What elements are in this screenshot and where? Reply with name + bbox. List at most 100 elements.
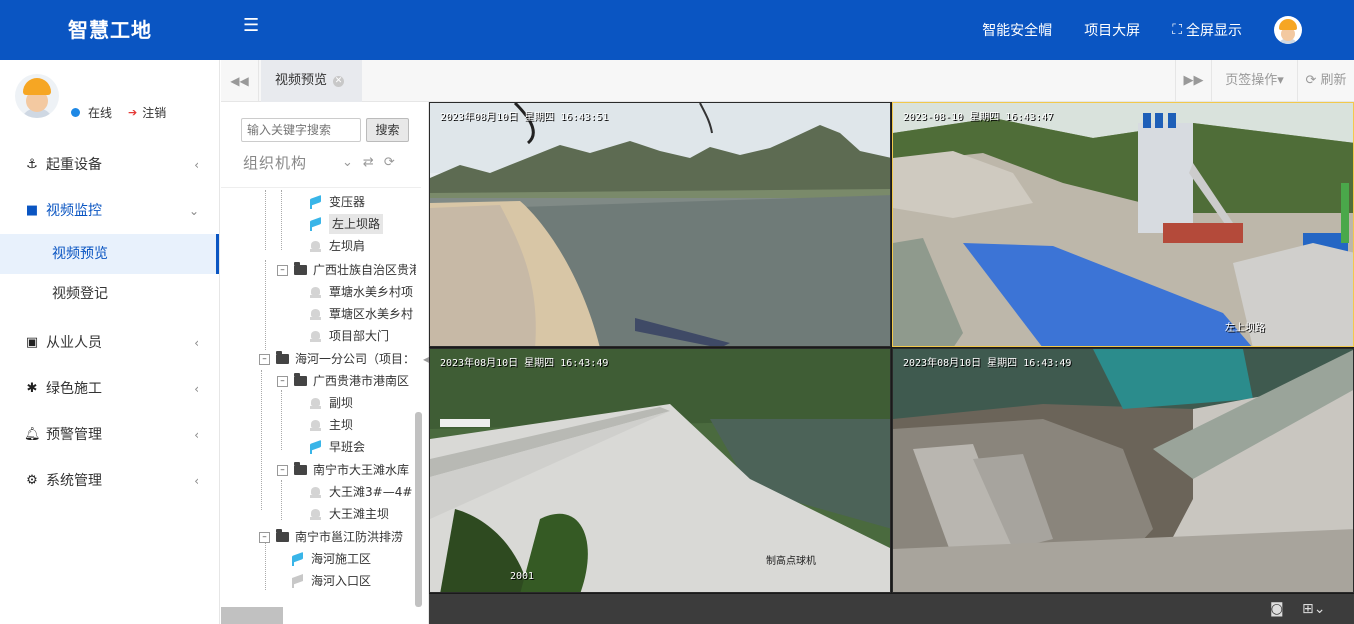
refresh-icon[interactable]: ⟳ [384,155,395,170]
nav-fullscreen[interactable]: ⛶ 全屏显示 [1172,20,1242,40]
close-icon[interactable]: ✕ [333,76,345,87]
grid-layout-icon[interactable]: ⊞⌄ [1302,601,1325,617]
camera-offline-icon [309,308,322,321]
org-tree-panel: 搜索 组织机构 ⌄ ⇄ ⟳ 变压器 左上坝路 左坝肩 – 广西壮族自治区贵港 覃塘… [221,102,429,624]
divider [221,187,421,188]
video-osd-timestamp: 2023年08月10日 星期四 16:43:49 [903,358,1072,369]
video-cell-4[interactable]: 2023年08月10日 星期四 16:43:49 [892,348,1354,593]
camera-offline-icon [309,240,322,253]
tree-node[interactable]: – 广西贵港市港南区 [277,371,409,391]
tab-scroll-left-icon[interactable]: ◀◀ [221,60,259,102]
tree-vertical-scrollbar[interactable] [415,412,422,607]
refresh-button[interactable]: ⟳ 刷新 [1297,60,1354,102]
tree-horizontal-scrollbar[interactable] [221,607,283,624]
tree-node[interactable]: – 南宁市大王滩水库 [277,460,409,480]
logout-icon[interactable]: ➔ [128,106,137,119]
folder-icon [294,262,307,275]
tree-node-label: 早班会 [329,440,366,454]
collapse-toggle-icon[interactable]: – [259,353,270,365]
collapse-toggle-icon[interactable]: – [259,531,270,543]
video-toolbar: ◙ ⊞⌄ [429,594,1354,624]
tab-video-preview[interactable]: 视频预览 ✕ [261,60,362,102]
tree-node[interactable]: 副坝 [309,393,353,413]
sidebar-subitem-video-register[interactable]: 视频登记 [0,274,219,314]
video-cell-2[interactable]: 2023-08-10 星期四 16:43:47 左上坝路 [892,102,1354,347]
sidebar-item-video[interactable]: ■ 视频监控 ⌄ [0,188,219,234]
collapse-toggle-icon[interactable]: – [277,464,288,476]
tree-node[interactable]: – 海河一分公司（项目： [259,349,415,369]
tree-node[interactable]: 海河施工区 [291,549,371,569]
tree-node[interactable]: 左坝肩 [309,236,365,256]
nav-smart-helmet[interactable]: 智能安全帽 [982,20,1052,40]
tab-ops-dropdown[interactable]: 页签操作▾ [1211,60,1297,102]
tree-node-label: 覃塘区水美乡村 [329,307,414,321]
tree-node[interactable]: – 南宁市邕江防洪排涝 [259,527,403,547]
camera-offline-icon [309,286,322,299]
video-frame-rockslope [893,349,1353,592]
sidebar-item-personnel[interactable]: ▣ 从业人员 ‹ [0,320,219,366]
tree-node-label: 海河施工区 [311,552,372,566]
sidebar-item-label: 预警管理 [46,427,102,443]
tree-node[interactable]: 海河入口区 [291,571,371,591]
chevron-left-icon: ‹ [194,428,199,442]
tree-node[interactable]: 主坝 [309,415,353,435]
sidebar-item-system[interactable]: ⚙ 系统管理 ‹ [0,458,219,504]
refresh-label: 刷新 [1320,73,1347,88]
nav-project-screen[interactable]: 项目大屏 [1084,20,1140,40]
sidebar-subitem-video-preview[interactable]: 视频预览 [0,234,219,274]
tree-node[interactable]: 大王滩主坝 [309,504,389,524]
snapshot-icon[interactable]: ◙ [1270,601,1284,617]
video-cell-3[interactable]: 2023年08月10日 星期四 16:43:49 制高点球机 2001 [429,348,891,593]
chevron-left-icon: ‹ [194,158,199,172]
camera-offline-icon [309,397,322,410]
collapse-toggle-icon[interactable]: – [277,375,288,387]
camera-online-icon [309,218,322,231]
tree-node[interactable]: 早班会 [309,437,365,457]
tab-scroll-right-icon[interactable]: ▶▶ [1175,60,1211,102]
id-card-icon: ▣ [25,335,39,350]
tree-node-label: 主坝 [329,418,354,432]
folder-icon [294,373,307,386]
folder-icon [276,351,289,364]
swap-icon[interactable]: ⇄ [363,155,374,170]
collapse-toggle-icon[interactable]: – [277,264,288,276]
search-button[interactable]: 搜索 [366,118,409,142]
tree-node[interactable]: 变压器 [309,192,365,212]
tree-node[interactable]: 大王滩3#—4# [309,482,412,502]
top-nav: 智能安全帽 项目大屏 ⛶ 全屏显示 [982,0,1354,60]
search-input[interactable] [241,118,361,142]
video-cell-1[interactable]: 2023年08月10日 星期四 16:43:51 [429,102,891,347]
camera-offline-icon [309,508,322,521]
tree-node-selected[interactable]: 左上坝路 [309,214,384,234]
tree-line [265,260,266,350]
menu-toggle-icon[interactable]: ☰ [243,16,263,36]
video-osd-label: 制高点球机 [766,556,816,567]
online-label: 在线 [88,106,113,120]
tree-line [265,540,266,590]
video-frame-lake [430,103,890,346]
sidebar-item-green[interactable]: ✱ 绿色施工 ‹ [0,366,219,412]
logout-link[interactable]: 注销 [142,104,166,121]
chevron-down-icon[interactable]: ⌄ [342,155,353,170]
sidebar: 在线 ➔ 注销 ⚓ 起重设备 ‹ ■ 视频监控 ⌄ 视频预览 视频登记 ▣ 从业… [0,60,220,624]
tree-node[interactable]: – 广西壮族自治区贵港 [277,260,416,280]
sidebar-item-warning[interactable]: 🔔︎ 预警管理 ‹ [0,412,219,458]
sidebar-item-label: 视频监控 [46,203,102,219]
sidebar-item-label: 系统管理 [46,473,102,489]
tree-node-label: 项目部大门 [329,329,390,343]
tree-node[interactable]: 覃塘区水美乡村 [309,304,413,324]
sidebar-item-label: 起重设备 [46,157,102,173]
chevron-left-icon: ‹ [194,336,199,350]
tree-node[interactable]: 覃塘水美乡村项 [309,282,413,302]
tree-node-label: 大王滩3#—4# [329,485,413,499]
sidebar-item-lifting[interactable]: ⚓ 起重设备 ‹ [0,142,219,188]
bell-icon: 🔔︎ [24,427,41,442]
user-avatar[interactable] [1274,16,1302,44]
tree-node-label: 左上坝路 [329,214,384,234]
tree-line [281,390,282,450]
chevron-left-icon: ‹ [194,382,199,396]
camera-disabled-icon [291,575,304,588]
org-tools: ⌄ ⇄ ⟳ [342,155,405,170]
user-status: 在线 ➔ 注销 [71,104,166,121]
tree-node[interactable]: 项目部大门 [309,326,389,346]
